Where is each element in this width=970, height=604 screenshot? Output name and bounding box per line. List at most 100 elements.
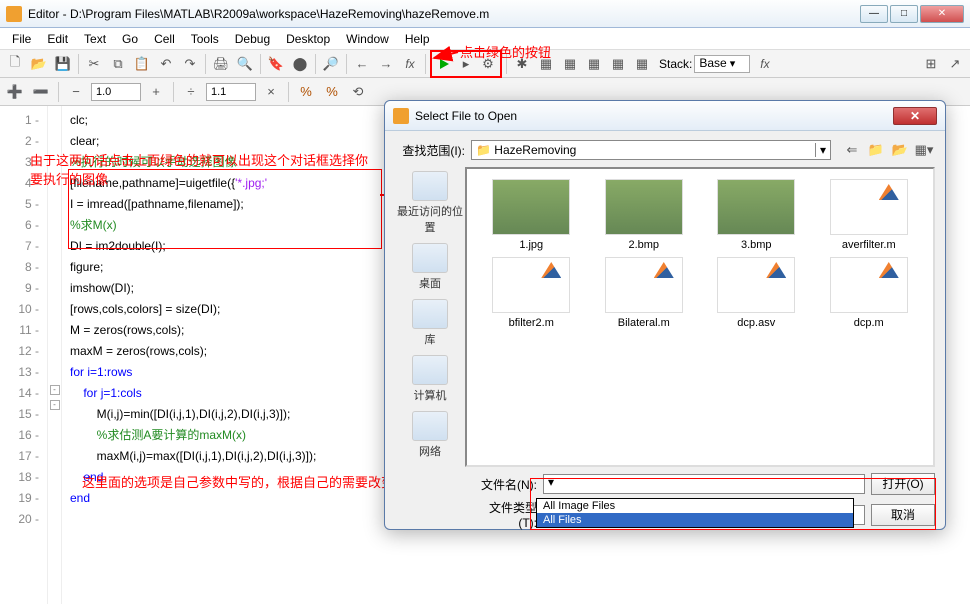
stack-select[interactable]: Base ▾ [694, 55, 750, 73]
file-item[interactable]: averfilter.m [815, 179, 924, 251]
place-item[interactable]: 计算机 [412, 355, 448, 403]
find-icon[interactable]: 🔍 [234, 53, 256, 75]
close-button[interactable]: ✕ [920, 5, 964, 23]
multiply-icon[interactable]: × [260, 81, 282, 103]
menu-desktop[interactable]: Desktop [278, 30, 338, 48]
place-item[interactable]: 桌面 [412, 243, 448, 291]
dock-icon[interactable]: ⊞ [920, 53, 942, 75]
view-menu-icon[interactable]: ▦▾ [913, 139, 935, 161]
menu-debug[interactable]: Debug [227, 30, 278, 48]
cell-plus-icon[interactable]: ➕ [4, 81, 26, 103]
cell-eval3-icon[interactable]: ⟲ [347, 81, 369, 103]
find-files-icon[interactable]: 🔎 [320, 53, 342, 75]
fx-icon[interactable]: fx [399, 53, 421, 75]
undo-icon[interactable]: ↶ [155, 53, 177, 75]
tb-icon-3[interactable]: ▦ [583, 53, 605, 75]
file-item[interactable]: dcp.m [815, 257, 924, 329]
play-icon [440, 59, 449, 69]
cell-minus-icon[interactable]: ➖ [30, 81, 52, 103]
menu-help[interactable]: Help [397, 30, 438, 48]
folder-icon: 📁 [476, 143, 491, 157]
place-item[interactable]: 最近访问的位置 [395, 171, 465, 235]
undock-icon[interactable]: ↗ [944, 53, 966, 75]
main-toolbar: 🗋 📂 💾 ✂ ⧉ 📋 ↶ ↷ 🖨 🔍 🔖 ⬤ 🔎 ← → fx ▸ ⚙ ✱ ▦… [0, 50, 970, 78]
cut-icon[interactable]: ✂ [83, 53, 105, 75]
redo-icon[interactable]: ↷ [179, 53, 201, 75]
dialog-titlebar: Select File to Open ✕ [385, 101, 945, 131]
forward-icon[interactable]: → [375, 53, 397, 75]
run-config-icon[interactable]: ⚙ [477, 53, 499, 75]
filetype-label: 文件类型(T): [471, 499, 537, 530]
run-advance-icon[interactable]: ▸ [455, 53, 477, 75]
tb-icon-5[interactable]: ▦ [631, 53, 653, 75]
filename-label: 文件名(N): [471, 476, 537, 493]
run-button[interactable] [433, 53, 455, 75]
menu-file[interactable]: File [4, 30, 39, 48]
increment-icon[interactable]: + [145, 81, 167, 103]
back-nav-icon[interactable]: ⇐ [841, 139, 863, 161]
fold-toggle[interactable]: - [50, 385, 60, 395]
up-folder-icon[interactable]: 📁 [865, 139, 887, 161]
menu-text[interactable]: Text [76, 30, 114, 48]
menu-cell[interactable]: Cell [146, 30, 183, 48]
app-icon [6, 6, 22, 22]
file-item[interactable]: dcp.asv [702, 257, 811, 329]
tb-icon-4[interactable]: ▦ [607, 53, 629, 75]
filetype-option-selected[interactable]: All Files [537, 513, 853, 527]
lookin-combo[interactable]: 📁 HazeRemoving ▾ [471, 140, 831, 160]
cell-eval-icon[interactable]: % [295, 81, 317, 103]
window-titlebar: Editor - D:\Program Files\MATLAB\R2009a\… [0, 0, 970, 28]
filetype-option[interactable]: All Image Files [537, 499, 853, 513]
increment-value-1[interactable] [91, 83, 141, 101]
copy-icon[interactable]: ⧉ [107, 53, 129, 75]
maximize-button[interactable]: □ [890, 5, 918, 23]
menu-edit[interactable]: Edit [39, 30, 76, 48]
window-title: Editor - D:\Program Files\MATLAB\R2009a\… [28, 7, 489, 21]
cancel-button[interactable]: 取消 [871, 504, 935, 526]
new-folder-icon[interactable]: 📂 [889, 139, 911, 161]
fold-gutter: - - [48, 106, 62, 604]
breakpoint-icon[interactable]: ⬤ [289, 53, 311, 75]
filename-input[interactable]: ▾ [543, 474, 865, 494]
dialog-close-button[interactable]: ✕ [893, 107, 937, 125]
file-open-dialog: Select File to Open ✕ 查找范围(I): 📁 HazeRem… [384, 100, 946, 530]
open-button[interactable]: 打开(O) [871, 473, 935, 495]
dialog-icon [393, 108, 409, 124]
new-file-icon[interactable]: 🗋 [4, 53, 26, 75]
divide-icon[interactable]: ÷ [180, 81, 202, 103]
file-item[interactable]: bfilter2.m [477, 257, 586, 329]
increment-value-2[interactable] [206, 83, 256, 101]
tb-icon-2[interactable]: ▦ [559, 53, 581, 75]
bookmark-icon[interactable]: 🔖 [265, 53, 287, 75]
menu-window[interactable]: Window [338, 30, 397, 48]
places-bar: 最近访问的位置桌面库计算机网络 [395, 167, 465, 467]
place-item[interactable]: 库 [412, 299, 448, 347]
lookin-value: HazeRemoving [494, 143, 576, 157]
line-number-gutter: 1 -2 -3 -4 -5 -6 -7 -8 -9 -10 -11 -12 -1… [0, 106, 48, 604]
file-item[interactable]: 1.jpg [477, 179, 586, 251]
file-list[interactable]: 1.jpg2.bmp3.bmpaverfilter.m bfilter2.mBil… [465, 167, 935, 467]
paste-icon[interactable]: 📋 [131, 53, 153, 75]
place-item[interactable]: 网络 [412, 411, 448, 459]
tb-icon-1[interactable]: ▦ [535, 53, 557, 75]
publish-icon[interactable]: ✱ [511, 53, 533, 75]
stack-label: Stack: [659, 57, 692, 71]
menu-go[interactable]: Go [114, 30, 146, 48]
minimize-button[interactable]: — [860, 5, 888, 23]
fold-toggle[interactable]: - [50, 400, 60, 410]
file-item[interactable]: Bilateral.m [590, 257, 699, 329]
filetype-dropdown[interactable]: All Image Files All Files [536, 498, 854, 528]
dropdown-icon: ▾ [815, 143, 826, 157]
file-item[interactable]: 2.bmp [590, 179, 699, 251]
decrement-icon[interactable]: − [65, 81, 87, 103]
menu-tools[interactable]: Tools [183, 30, 227, 48]
fx-label[interactable]: fx [760, 57, 769, 71]
run-button-group: ▸ ⚙ [430, 50, 502, 78]
cell-eval2-icon[interactable]: % [321, 81, 343, 103]
file-item[interactable]: 3.bmp [702, 179, 811, 251]
save-icon[interactable]: 💾 [52, 53, 74, 75]
back-icon[interactable]: ← [351, 53, 373, 75]
menubar: File Edit Text Go Cell Tools Debug Deskt… [0, 28, 970, 50]
open-file-icon[interactable]: 📂 [28, 53, 50, 75]
print-icon[interactable]: 🖨 [210, 53, 232, 75]
